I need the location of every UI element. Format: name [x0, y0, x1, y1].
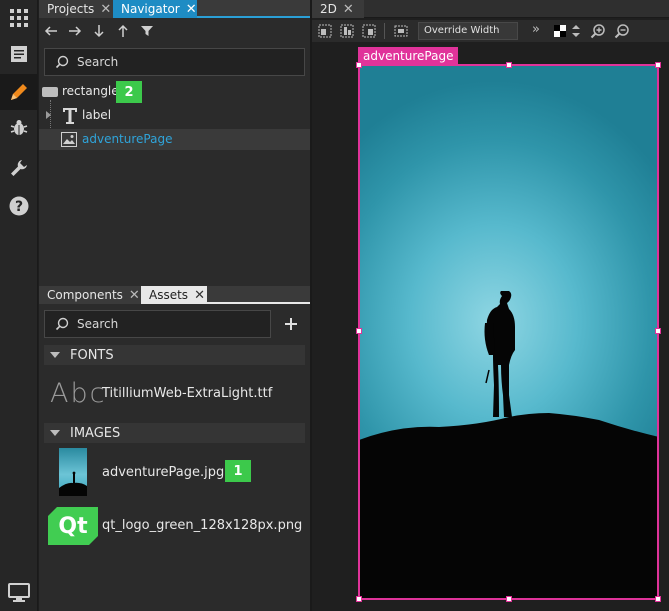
projects-mode-button[interactable]	[0, 150, 38, 186]
search-icon	[55, 317, 69, 331]
override-width-combobox[interactable]: Override Width	[418, 22, 518, 40]
toolbar-separator	[384, 23, 385, 39]
asset-font-item[interactable]: Abc TitilliumWeb-ExtraLight.ttf	[44, 370, 305, 416]
section-title: IMAGES	[70, 425, 121, 441]
image-type-icon	[61, 132, 77, 147]
resize-handle[interactable]	[356, 328, 362, 334]
edit-mode-button[interactable]	[0, 36, 38, 72]
resize-handle[interactable]	[655, 328, 661, 334]
help-mode-button[interactable]: ?	[0, 188, 38, 224]
zoom-in-icon[interactable]	[590, 23, 606, 39]
search-placeholder: Search	[77, 317, 119, 331]
images-section-header[interactable]: IMAGES	[44, 423, 305, 443]
text-type-icon	[63, 108, 77, 124]
resize-handle[interactable]	[356, 62, 362, 68]
tree-item-text: label	[82, 108, 112, 122]
close-icon[interactable]: ✕	[343, 2, 354, 17]
more-icon[interactable]: »	[532, 22, 540, 37]
background-color-icon[interactable]	[554, 25, 566, 37]
search-icon	[55, 55, 69, 69]
filter-icon[interactable]	[140, 24, 154, 38]
pencil-icon	[11, 84, 27, 100]
align-bottom-icon[interactable]	[340, 24, 354, 38]
spinner-arrows-icon[interactable]	[571, 24, 581, 38]
tab-assets[interactable]: Assets ✕	[141, 286, 207, 304]
selection-frame	[358, 64, 659, 600]
tab-label: Navigator	[121, 2, 180, 16]
arrow-down-icon[interactable]	[92, 24, 106, 38]
tree-item-label[interactable]: label	[40, 105, 308, 127]
arrow-right-icon[interactable]	[68, 24, 82, 38]
bug-icon	[10, 120, 28, 135]
wrench-icon	[11, 160, 27, 176]
tab-label: Components	[47, 288, 123, 302]
asset-image-item[interactable]: adventurePage.jpg	[44, 447, 305, 497]
qt-logo-text: Qt	[58, 513, 88, 539]
help-icon: ?	[9, 196, 29, 216]
close-icon[interactable]: ✕	[186, 2, 197, 17]
close-icon[interactable]: ✕	[194, 288, 205, 303]
kit-selector-button[interactable]	[0, 575, 38, 611]
expand-arrow-icon[interactable]	[46, 111, 51, 119]
tab-label: Projects	[47, 2, 95, 16]
selection-label[interactable]: adventurePage	[358, 47, 459, 65]
close-icon[interactable]: ✕	[100, 2, 111, 17]
document-icon	[11, 46, 27, 62]
resize-handle[interactable]	[655, 596, 661, 602]
rectangle-icon	[42, 87, 58, 97]
tree-item-text: adventurePage	[82, 132, 173, 146]
bounds-icon[interactable]	[394, 24, 408, 38]
search-placeholder: Search	[77, 55, 119, 69]
view2d-tabbar: 2D ✕	[312, 0, 669, 18]
navigator-toolbar	[44, 22, 164, 40]
tab-label: 2D	[320, 2, 337, 16]
asset-name: qt_logo_green_128x128px.png	[102, 518, 303, 533]
close-icon[interactable]: ✕	[129, 288, 140, 303]
resize-handle[interactable]	[356, 596, 362, 602]
welcome-mode-button[interactable]	[0, 0, 38, 36]
grid-icon	[10, 9, 28, 27]
align-right-icon[interactable]	[362, 24, 376, 38]
selection-label-text: adventurePage	[363, 49, 454, 63]
override-width-label: Override Width	[424, 25, 500, 36]
callout-badge: 1	[225, 460, 251, 482]
resize-handle[interactable]	[655, 62, 661, 68]
assets-search-input[interactable]: Search	[44, 310, 271, 338]
tree-item-adventurepage[interactable]: adventurePage	[39, 129, 310, 150]
tab-label: Assets	[149, 288, 189, 302]
add-asset-icon[interactable]	[284, 317, 298, 331]
assets-tabbar: Components ✕ Assets ✕	[39, 286, 310, 304]
arrow-up-icon[interactable]	[116, 24, 130, 38]
resize-handle[interactable]	[506, 596, 512, 602]
tab-components[interactable]: Components ✕	[39, 286, 141, 304]
fonts-section-header[interactable]: FONTS	[44, 345, 305, 365]
resize-handle[interactable]	[506, 62, 512, 68]
mode-sidebar: ?	[0, 0, 38, 611]
callout-badge: 2	[116, 81, 142, 103]
zoom-out-icon[interactable]	[614, 23, 630, 39]
asset-name: adventurePage.jpg	[102, 465, 225, 480]
navigator-tabbar: Projects ✕ Navigator ✕	[39, 0, 310, 18]
asset-name: TitilliumWeb-ExtraLight.ttf	[102, 386, 273, 401]
tab-navigator[interactable]: Navigator ✕	[113, 0, 197, 18]
view2d-toolbar: Override Width »	[312, 20, 669, 42]
asset-image-item[interactable]: Qt qt_logo_green_128x128px.png	[44, 505, 305, 547]
tree-item-rectangle[interactable]: rectangle	[42, 82, 308, 102]
section-title: FONTS	[70, 347, 114, 363]
monitor-icon	[8, 583, 30, 602]
navigator-search-input[interactable]: Search	[44, 48, 305, 76]
tab-projects[interactable]: Projects ✕	[39, 0, 113, 18]
arrow-left-icon[interactable]	[44, 24, 58, 38]
debug-mode-button[interactable]	[0, 110, 38, 146]
qt-logo-thumbnail: Qt	[48, 507, 98, 545]
align-left-icon[interactable]	[318, 24, 332, 38]
collapse-arrow-icon	[50, 430, 60, 436]
font-preview: Abc	[50, 378, 107, 409]
tree-item-label: rectangle	[62, 84, 119, 98]
adventurepage-thumbnail	[59, 448, 87, 496]
tab-2d[interactable]: 2D ✕	[312, 0, 364, 18]
svg-text:?: ?	[15, 199, 23, 215]
design-mode-button[interactable]	[0, 74, 38, 110]
collapse-arrow-icon	[50, 352, 60, 358]
